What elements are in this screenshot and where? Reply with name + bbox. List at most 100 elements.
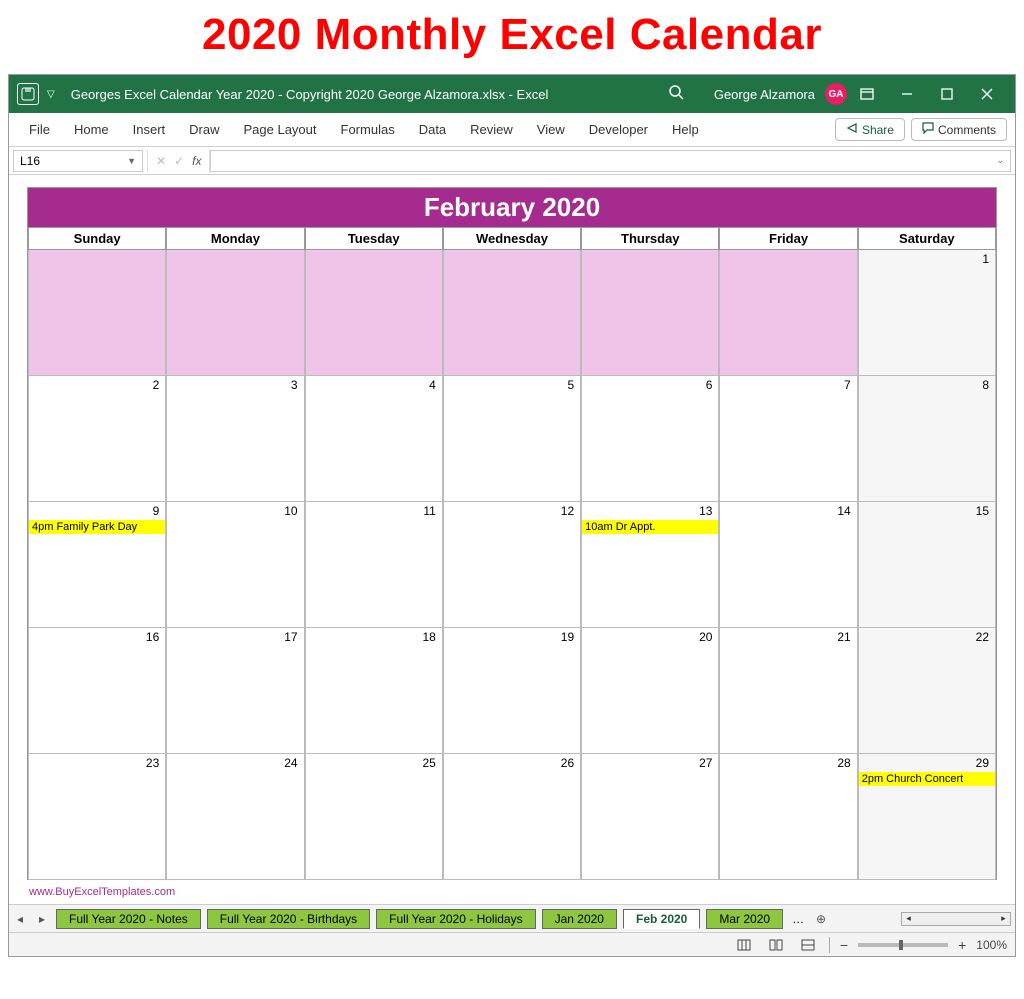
sheet-tab[interactable]: Feb 2020	[623, 909, 700, 929]
calendar-day-cell[interactable]	[719, 250, 857, 376]
sheet-tab[interactable]: Full Year 2020 - Notes	[56, 909, 201, 929]
worksheet-area[interactable]: February 2020 SundayMondayTuesdayWednesd…	[9, 175, 1015, 904]
ribbon-tab-help[interactable]: Help	[660, 113, 711, 147]
day-number: 26	[561, 756, 574, 770]
ribbon-tab-view[interactable]: View	[525, 113, 577, 147]
search-icon[interactable]	[668, 84, 684, 104]
calendar-day-cell[interactable]: 15	[858, 502, 996, 628]
calendar-day-cell[interactable]: 28	[719, 754, 857, 880]
day-number: 24	[284, 756, 297, 770]
calendar-day-cell[interactable]: 2	[28, 376, 166, 502]
calendar-day-cell[interactable]: 26	[443, 754, 581, 880]
calendar-day-cell[interactable]: 6	[581, 376, 719, 502]
scroll-right-arrow-icon[interactable]: ▸	[997, 913, 1010, 924]
fx-icon[interactable]: fx	[192, 154, 201, 168]
zoom-slider[interactable]	[858, 943, 948, 947]
zoom-in-button[interactable]: +	[958, 937, 966, 953]
formula-input[interactable]: ⌄	[210, 150, 1011, 172]
calendar-day-cell[interactable]: 1	[858, 250, 996, 376]
normal-view-icon[interactable]	[733, 936, 755, 954]
page-break-view-icon[interactable]	[797, 936, 819, 954]
calendar-event[interactable]: 10am Dr Appt.	[582, 520, 718, 534]
calendar-day-cell[interactable]: 14	[719, 502, 857, 628]
maximize-icon[interactable]	[927, 75, 967, 113]
ribbon-tab-formulas[interactable]: Formulas	[329, 113, 407, 147]
calendar-event[interactable]: 2pm Church Concert	[859, 772, 995, 786]
day-number: 15	[976, 504, 989, 518]
calendar-day-cell[interactable]: 4	[305, 376, 443, 502]
calendar-day-cell[interactable]: 21	[719, 628, 857, 754]
autosave-icon[interactable]	[17, 83, 39, 105]
horizontal-scrollbar[interactable]: ◂ ▸	[901, 912, 1011, 926]
calendar-day-cell[interactable]: 7	[719, 376, 857, 502]
tab-scroll-right-icon[interactable]: ▸	[31, 912, 53, 926]
chevron-down-icon: ▼	[127, 156, 136, 166]
comments-button[interactable]: Comments	[911, 118, 1007, 141]
zoom-out-button[interactable]: −	[840, 937, 848, 953]
calendar-day-cell[interactable]: 5	[443, 376, 581, 502]
ribbon-display-icon[interactable]	[847, 75, 887, 113]
day-number: 12	[561, 504, 574, 518]
calendar-day-cell[interactable]	[28, 250, 166, 376]
calendar-day-cell[interactable]	[166, 250, 304, 376]
minimize-icon[interactable]	[887, 75, 927, 113]
calendar-event[interactable]: 4pm Family Park Day	[29, 520, 165, 534]
document-title: Georges Excel Calendar Year 2020 - Copyr…	[71, 87, 549, 102]
day-number: 21	[837, 630, 850, 644]
calendar-day-cell[interactable]: 27	[581, 754, 719, 880]
more-tabs-button[interactable]: …	[786, 912, 810, 926]
calendar-day-cell[interactable]: 3	[166, 376, 304, 502]
new-sheet-button[interactable]: ⊕	[810, 912, 832, 926]
calendar-day-cell[interactable]: 19	[443, 628, 581, 754]
calendar-day-cell[interactable]: 20	[581, 628, 719, 754]
sheet-tabs-bar: ◂ ▸ Full Year 2020 - Notes Full Year 2020…	[9, 904, 1015, 932]
ribbon-tab-review[interactable]: Review	[458, 113, 525, 147]
calendar-day-cell[interactable]	[581, 250, 719, 376]
expand-formula-bar-icon[interactable]: ⌄	[996, 155, 1004, 166]
name-box[interactable]: L16 ▼	[13, 150, 143, 172]
day-number: 2	[153, 378, 160, 392]
calendar-day-cell[interactable]: 94pm Family Park Day	[28, 502, 166, 628]
calendar-day-cell[interactable]	[443, 250, 581, 376]
ribbon-tab-page-layout[interactable]: Page Layout	[232, 113, 329, 147]
calendar-day-cell[interactable]: 1310am Dr Appt.	[581, 502, 719, 628]
sheet-tab[interactable]: Mar 2020	[706, 909, 783, 929]
share-button[interactable]: Share	[835, 118, 905, 141]
calendar-day-cell[interactable]: 11	[305, 502, 443, 628]
footer-link[interactable]: www.BuyExcelTemplates.com	[27, 880, 997, 898]
enter-icon[interactable]: ✓	[174, 154, 184, 168]
quick-access-dropdown-icon[interactable]: ▽	[47, 89, 55, 100]
calendar-day-cell[interactable]: 16	[28, 628, 166, 754]
cancel-icon[interactable]: ✕	[156, 154, 166, 168]
sheet-tab[interactable]: Full Year 2020 - Holidays	[376, 909, 535, 929]
ribbon-tab-insert[interactable]: Insert	[121, 113, 178, 147]
user-name[interactable]: George Alzamora	[714, 87, 815, 102]
calendar-day-cell[interactable]: 18	[305, 628, 443, 754]
zoom-level[interactable]: 100%	[976, 938, 1007, 952]
ribbon-tab-file[interactable]: File	[17, 113, 62, 147]
ribbon-tab-developer[interactable]: Developer	[577, 113, 660, 147]
scroll-left-arrow-icon[interactable]: ◂	[902, 913, 915, 924]
day-number: 27	[699, 756, 712, 770]
sheet-tab[interactable]: Full Year 2020 - Birthdays	[207, 909, 370, 929]
tab-scroll-left-icon[interactable]: ◂	[9, 912, 31, 926]
calendar-day-cell[interactable]: 23	[28, 754, 166, 880]
calendar-day-cell[interactable]: 10	[166, 502, 304, 628]
calendar-day-cell[interactable]: 292pm Church Concert	[858, 754, 996, 880]
calendar-day-cell[interactable]: 22	[858, 628, 996, 754]
ribbon-tab-data[interactable]: Data	[407, 113, 458, 147]
calendar-day-cell[interactable]: 17	[166, 628, 304, 754]
calendar-day-cell[interactable]: 24	[166, 754, 304, 880]
calendar-title: February 2020	[27, 187, 997, 228]
user-avatar[interactable]: GA	[825, 83, 847, 105]
close-icon[interactable]	[967, 75, 1007, 113]
calendar-day-cell[interactable]	[305, 250, 443, 376]
calendar-day-cell[interactable]: 12	[443, 502, 581, 628]
calendar-day-cell[interactable]: 8	[858, 376, 996, 502]
ribbon-tab-home[interactable]: Home	[62, 113, 121, 147]
page-layout-view-icon[interactable]	[765, 936, 787, 954]
calendar-day-cell[interactable]: 25	[305, 754, 443, 880]
ribbon-tab-draw[interactable]: Draw	[177, 113, 231, 147]
day-number: 8	[982, 378, 989, 392]
sheet-tab[interactable]: Jan 2020	[542, 909, 617, 929]
